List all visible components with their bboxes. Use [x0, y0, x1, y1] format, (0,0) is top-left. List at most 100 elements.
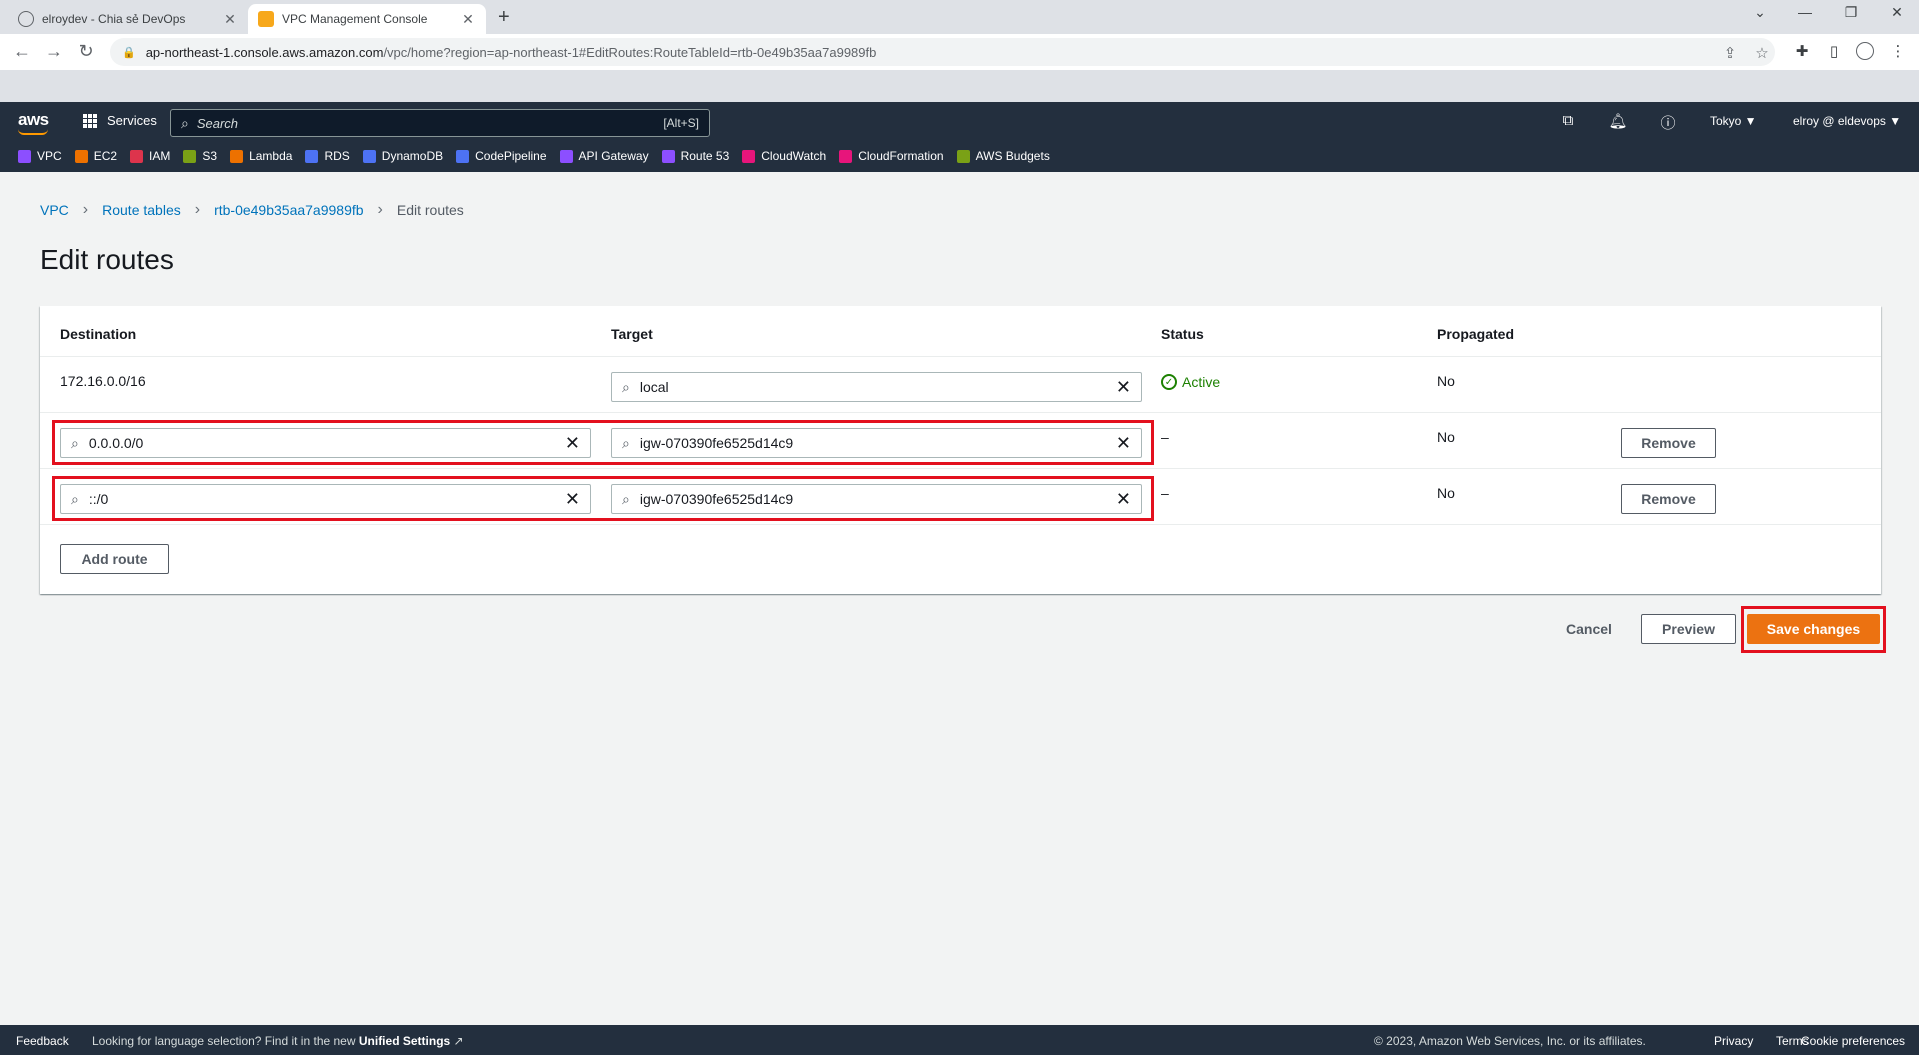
minimize-icon[interactable]: —: [1790, 4, 1820, 20]
url-path: /vpc/home?region=ap-northeast-1#EditRout…: [383, 44, 877, 60]
remove-route-button[interactable]: Remove: [1621, 484, 1716, 514]
close-tab-icon[interactable]: ✕: [222, 11, 238, 28]
close-tab-icon[interactable]: ✕: [460, 11, 476, 28]
browser-spacer: [0, 70, 1919, 102]
chevron-right-icon: ›: [377, 201, 383, 218]
favorite-aws-budgets[interactable]: AWS Budgets: [956, 149, 1050, 163]
breadcrumb-current: Edit routes: [396, 202, 464, 218]
clear-icon[interactable]: ✕: [1116, 489, 1131, 510]
browser-tab-active[interactable]: VPC Management Console ✕: [248, 4, 486, 34]
favorite-ec2[interactable]: EC2: [74, 149, 117, 163]
restore-icon[interactable]: ❐: [1836, 4, 1866, 21]
favorite-label: S3: [202, 149, 218, 163]
feedback-link[interactable]: Feedback: [16, 1034, 69, 1048]
destination-field[interactable]: ⌕ ✕: [60, 484, 591, 514]
language-note-text: Looking for language selection? Find it …: [92, 1034, 356, 1048]
target-field[interactable]: ⌕ ✕: [611, 372, 1142, 402]
favorite-label: API Gateway: [578, 149, 649, 163]
codepipeline-service-icon: [456, 149, 470, 163]
browser-tab[interactable]: elroydev - Chia sẻ DevOps ✕: [8, 4, 248, 34]
favorite-s3[interactable]: S3: [183, 149, 217, 163]
new-tab-icon[interactable]: +: [498, 6, 510, 29]
lock-icon: 🔒: [122, 46, 136, 59]
breadcrumb-vpc[interactable]: VPC: [40, 202, 69, 218]
clear-icon[interactable]: ✕: [565, 489, 580, 510]
search-icon: ⌕: [622, 378, 630, 395]
cancel-button[interactable]: Cancel: [1566, 621, 1612, 637]
favorite-rds[interactable]: RDS: [305, 149, 350, 163]
target-input[interactable]: [639, 435, 1116, 451]
target-field[interactable]: ⌕ ✕: [611, 484, 1142, 514]
bookmark-star-icon[interactable]: ☆: [1752, 44, 1772, 62]
favorite-vpc[interactable]: VPC: [18, 149, 62, 163]
destination-input[interactable]: [88, 435, 565, 451]
cloudwatch-service-icon: [742, 149, 756, 163]
favorite-iam[interactable]: IAM: [130, 149, 170, 163]
aws-search-box[interactable]: ⌕ [Alt+S]: [170, 109, 710, 137]
row-divider: [40, 468, 1881, 469]
tab-search-icon[interactable]: ⌄: [1745, 4, 1775, 21]
preview-button[interactable]: Preview: [1641, 614, 1736, 644]
search-input[interactable]: [196, 115, 664, 131]
extensions-icon[interactable]: ✚: [1792, 42, 1812, 60]
copyright-text: © 2023, Amazon Web Services, Inc. or its…: [1374, 1034, 1646, 1048]
privacy-link[interactable]: Privacy: [1714, 1034, 1753, 1048]
window-close-icon[interactable]: ✕: [1882, 4, 1912, 21]
favorites-bar: VPC EC2 IAM S3 Lambda RDS DynamoDB CodeP…: [18, 149, 1063, 163]
back-icon[interactable]: ←: [10, 41, 34, 61]
breadcrumb-route-table-id[interactable]: rtb-0e49b35aa7a9989fb: [214, 202, 363, 218]
destination-input[interactable]: [88, 491, 565, 507]
target-input[interactable]: [639, 379, 1116, 395]
cloudshell-icon[interactable]: ⧉: [1557, 112, 1579, 129]
remove-route-button[interactable]: Remove: [1621, 428, 1716, 458]
favorite-route53[interactable]: Route 53: [661, 149, 729, 163]
route53-service-icon: [661, 149, 675, 163]
column-header-propagated: Propagated: [1437, 326, 1515, 342]
favorite-dynamodb[interactable]: DynamoDB: [362, 149, 443, 163]
reload-icon[interactable]: ↻: [74, 41, 98, 61]
favorite-api-gateway[interactable]: API Gateway: [559, 149, 649, 163]
vpc-service-icon: [18, 149, 31, 163]
side-panel-icon[interactable]: ▯: [1824, 42, 1844, 60]
destination-field[interactable]: ⌕ ✕: [60, 428, 591, 458]
share-icon[interactable]: ⇪: [1720, 44, 1740, 62]
budgets-service-icon: [956, 149, 970, 163]
row-divider: [40, 524, 1881, 525]
tab-title: VPC Management Console: [282, 12, 428, 26]
address-bar[interactable]: 🔒 ap-northeast-1.console.aws.amazon.com /…: [110, 38, 1775, 66]
favorite-label: RDS: [324, 149, 350, 163]
region-selector[interactable]: Tokyo ▼: [1710, 114, 1757, 128]
breadcrumb-route-tables[interactable]: Route tables: [102, 202, 181, 218]
favorite-label: CloudFormation: [858, 149, 944, 163]
favorite-codepipeline[interactable]: CodePipeline: [456, 149, 547, 163]
profile-avatar-icon[interactable]: [1856, 42, 1874, 60]
unified-settings-link[interactable]: Unified Settings: [359, 1034, 450, 1048]
help-icon[interactable]: ⓘ: [1657, 112, 1679, 133]
target-field[interactable]: ⌕ ✕: [611, 428, 1142, 458]
check-circle-icon: ✓: [1161, 374, 1177, 390]
clear-icon[interactable]: ✕: [1116, 433, 1131, 454]
aws-logo[interactable]: aws: [18, 110, 49, 130]
services-label: Services: [107, 113, 157, 128]
clear-icon[interactable]: ✕: [1116, 377, 1131, 398]
propagated-value: No: [1437, 373, 1455, 389]
row-divider: [40, 356, 1881, 357]
ec2-service-icon: [74, 149, 88, 163]
favorite-cloudwatch[interactable]: CloudWatch: [742, 149, 826, 163]
cookie-preferences-link[interactable]: Cookie preferences: [1801, 1034, 1905, 1048]
search-icon: ⌕: [181, 114, 189, 131]
add-route-button[interactable]: Add route: [60, 544, 169, 574]
save-changes-button[interactable]: Save changes: [1747, 614, 1880, 644]
forward-icon[interactable]: →: [42, 41, 66, 61]
clear-icon[interactable]: ✕: [565, 433, 580, 454]
column-header-destination: Destination: [60, 326, 137, 342]
notifications-bell-icon[interactable]: 🔔︎: [1607, 112, 1629, 130]
account-menu[interactable]: elroy @ eldevops ▼: [1793, 114, 1901, 128]
grid-icon: [83, 113, 97, 128]
services-menu-button[interactable]: Services: [83, 113, 157, 128]
favorite-lambda[interactable]: Lambda: [230, 149, 292, 163]
favorite-cloudformation[interactable]: CloudFormation: [839, 149, 944, 163]
browser-menu-icon[interactable]: ⋮: [1888, 42, 1908, 60]
target-input[interactable]: [639, 491, 1116, 507]
lambda-service-icon: [230, 149, 244, 163]
